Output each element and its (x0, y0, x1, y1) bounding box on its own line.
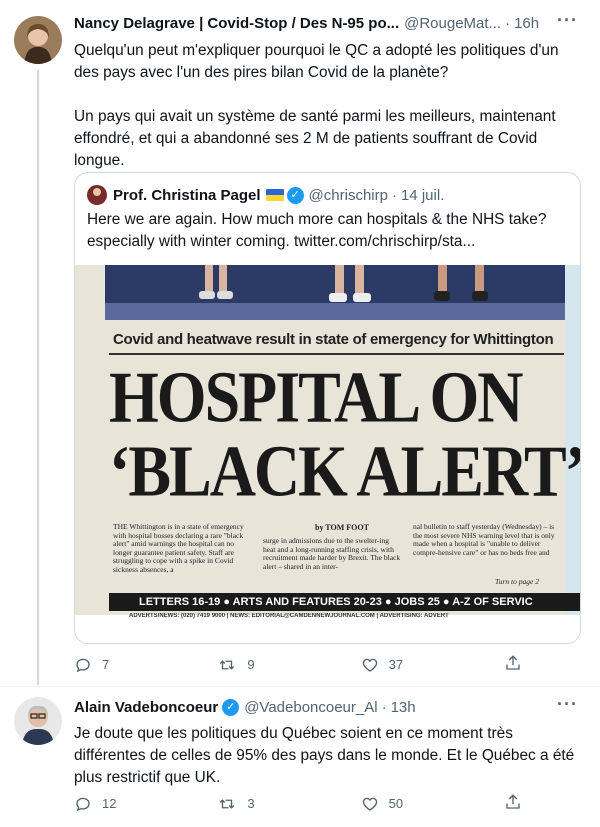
like-count: 37 (388, 657, 404, 672)
ukraine-flag-icon (265, 189, 284, 201)
tweet-text-paragraph-1: Quelqu'un peut m'expliquer pourquoi le Q… (74, 42, 559, 81)
heart-icon (362, 658, 377, 672)
quote-timestamp[interactable]: 14 juil. (401, 187, 444, 204)
verified-badge-icon: ✓ (286, 186, 304, 204)
quote-text: Here we are again. How much more can hos… (87, 211, 547, 250)
heart-icon (362, 797, 377, 811)
like-count: 50 (388, 796, 404, 811)
legs-photo (325, 265, 385, 305)
tweet-alain[interactable]: Alain Vadeboncoeur ✓ @Vadeboncoeur_Al · … (0, 687, 600, 827)
reply-count: 12 (102, 796, 117, 811)
newspaper-column-3: nal bulletin to staff yesterday (Wednesd… (413, 523, 555, 557)
index-bullet: ● (442, 596, 453, 608)
timestamp[interactable]: 16h (514, 15, 539, 32)
newspaper-index-bar: LETTERS 16-19 ● ARTS AND FEATURES 20-23 … (109, 593, 580, 611)
retweet-button[interactable]: 9 (217, 656, 327, 674)
newspaper-headline-1: HOSPITAL ON (109, 355, 523, 438)
retweet-count: 9 (247, 657, 255, 672)
more-icon[interactable]: ··· (557, 10, 578, 31)
reply-icon (76, 658, 90, 672)
more-icon[interactable]: ··· (557, 694, 578, 715)
retweet-icon (220, 659, 235, 670)
tweet-text-paragraph-2: Un pays qui avait un système de santé pa… (74, 108, 556, 169)
photo-stage-floor (105, 303, 575, 320)
reply-count: 7 (102, 657, 110, 672)
avatar[interactable] (14, 16, 62, 64)
author-handle[interactable]: @RougeMat... (404, 15, 501, 32)
share-icon (506, 794, 520, 809)
verified-badge-icon: ✓ (222, 699, 240, 716)
tweet-nancy[interactable]: Nancy Delagrave | Covid-Stop / Des N-95 … (0, 0, 600, 685)
separator-dot: · (391, 186, 397, 204)
newspaper-column-2: surge in admissions due to the swelter-i… (263, 537, 401, 571)
share-icon (506, 655, 520, 670)
author-name[interactable]: Alain Vadeboncoeur (74, 699, 218, 716)
newspaper-turn-page: Turn to page 2 (495, 577, 539, 586)
author-name[interactable]: Nancy Delagrave | Covid-Stop / Des N-95 … (74, 15, 399, 32)
retweet-button[interactable]: 3 (217, 795, 327, 813)
separator-dot: · (381, 699, 387, 716)
author-handle[interactable]: @Vadeboncoeur_Al (244, 699, 377, 716)
index-arts: ARTS AND FEATURES 20-23 (232, 596, 382, 608)
reply-icon (76, 797, 90, 811)
newspaper-headline-2: ‘BLACK ALERT’ (109, 429, 581, 512)
index-bullet: ● (223, 596, 233, 608)
avatar[interactable] (14, 697, 62, 745)
quote-header: Prof. Christina Pagel ✓ @chrischirp · 14… (87, 185, 444, 205)
newspaper-footer: ADVERTS/NEWS: (020) 7419 9000 | NEWS: ED… (129, 613, 449, 619)
index-jobs: JOBS 25 (394, 596, 440, 608)
tweet-actions: 12 3 50 (74, 793, 524, 814)
quoted-tweet[interactable]: Prof. Christina Pagel ✓ @chrischirp · 14… (74, 172, 581, 644)
timestamp[interactable]: 13h (391, 699, 416, 716)
index-bullet: ● (384, 596, 395, 608)
quote-author-name[interactable]: Prof. Christina Pagel (113, 187, 261, 204)
tweet-text: Quelqu'un peut m'expliquer pourquoi le Q… (74, 40, 584, 172)
reply-button[interactable]: 12 (74, 795, 184, 813)
kicker-rule (109, 353, 564, 355)
quote-avatar[interactable] (87, 185, 107, 205)
like-button[interactable]: 37 (361, 656, 471, 674)
index-letters: LETTERS 16-19 (139, 596, 221, 608)
share-button[interactable] (504, 793, 524, 814)
separator-dot: · (505, 15, 511, 32)
tweet-actions: 7 9 37 (74, 654, 524, 675)
tweet-header: Alain Vadeboncoeur ✓ @Vadeboncoeur_Al · … (74, 699, 416, 716)
reply-button[interactable]: 7 (74, 656, 184, 674)
newspaper-column-1: THE Whittington is in a state of emergen… (113, 523, 244, 574)
thread-line (37, 70, 39, 685)
tweet-header: Nancy Delagrave | Covid-Stop / Des N-95 … (74, 15, 539, 32)
like-button[interactable]: 50 (361, 795, 471, 813)
retweet-icon (220, 798, 235, 809)
newspaper-byline: by TOM FOOT (315, 523, 369, 532)
newspaper-kicker: Covid and heatwave result in state of em… (113, 331, 554, 348)
legs-photo (195, 265, 255, 305)
quote-media-image[interactable]: Covid and heatwave result in state of em… (75, 265, 581, 619)
quote-author-handle[interactable]: @chrischirp (309, 187, 388, 204)
legs-photo (430, 265, 500, 305)
index-az: A-Z OF SERVIC (452, 596, 533, 608)
share-button[interactable] (504, 654, 524, 675)
tweet-text: Je doute que les politiques du Québec so… (74, 725, 575, 786)
retweet-count: 3 (247, 796, 255, 811)
